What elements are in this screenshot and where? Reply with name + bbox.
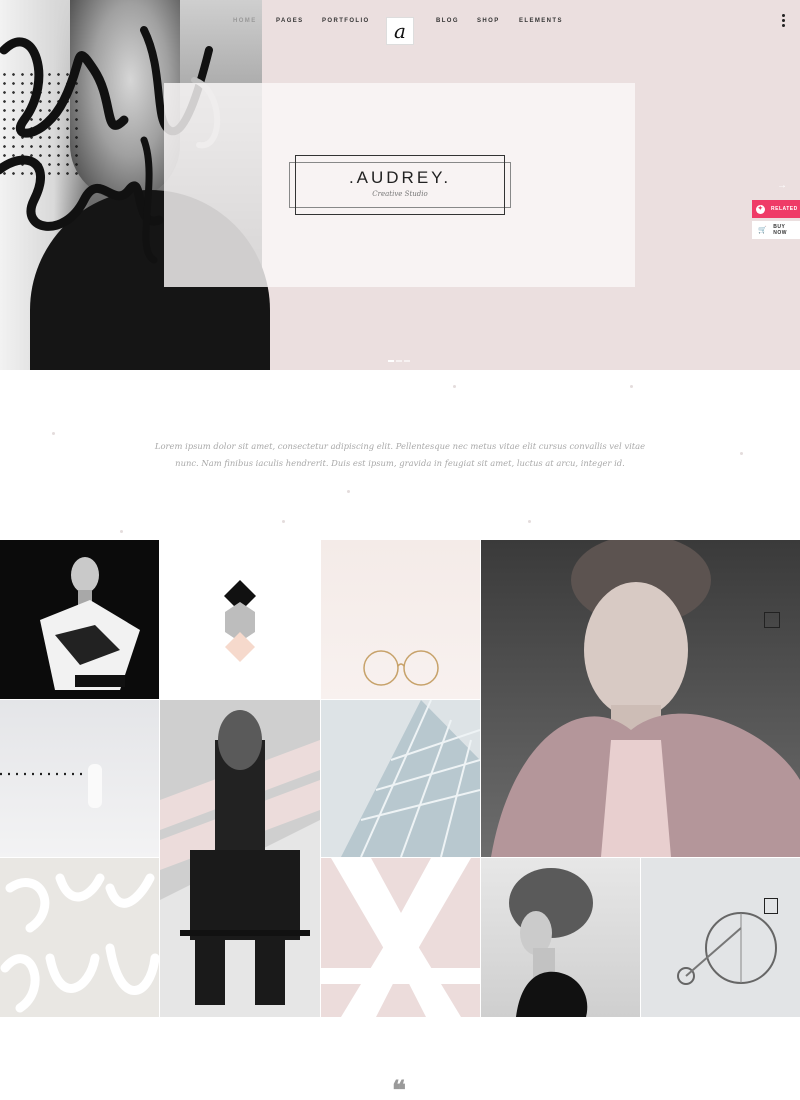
- slider-pagination: [388, 360, 410, 362]
- portfolio-item[interactable]: [0, 700, 159, 857]
- fashion-stripes-image: [160, 700, 320, 1005]
- more-menu-icon[interactable]: [780, 14, 786, 30]
- slide-dot[interactable]: [404, 360, 410, 362]
- decor-dot: [347, 490, 350, 493]
- penny-farthing-image: [677, 912, 777, 985]
- cart-icon: 🛒: [758, 227, 768, 234]
- expand-icon[interactable]: [764, 612, 780, 628]
- buy-now-button[interactable]: 🛒 BUY NOW: [752, 221, 800, 239]
- decor-dot: [630, 385, 633, 388]
- decor-dot: [120, 530, 123, 533]
- portfolio-item[interactable]: [0, 858, 159, 1017]
- portfolio-item-featured[interactable]: [481, 540, 800, 857]
- nav-pages[interactable]: PAGES: [276, 18, 304, 24]
- slide-dot[interactable]: [388, 360, 394, 362]
- portfolio-item[interactable]: [0, 540, 159, 699]
- hero-subtitle: Creative Studio: [372, 190, 428, 198]
- buy-now-label: BUY NOW: [773, 224, 787, 236]
- related-button[interactable]: ✦ RELATED: [752, 200, 800, 218]
- glass-building-image: [341, 700, 480, 857]
- quote-icon: ❝: [392, 1076, 406, 1100]
- slide-dot[interactable]: [396, 360, 402, 362]
- portfolio-item[interactable]: [481, 858, 640, 1017]
- decor-dot: [52, 432, 55, 435]
- hero-slider: .AUDREY. Creative Studio HOME PAGES PORT…: [0, 0, 800, 370]
- portfolio-item[interactable]: [321, 540, 480, 699]
- related-icon: ✦: [756, 204, 765, 214]
- expand-icon[interactable]: [764, 898, 778, 914]
- related-label: RELATED: [771, 206, 798, 212]
- nav-portfolio[interactable]: PORTFOLIO: [322, 18, 370, 24]
- nav-elements[interactable]: ELEMENTS: [519, 18, 563, 24]
- nav-home[interactable]: HOME: [233, 18, 257, 24]
- glasses-image: [363, 650, 439, 686]
- main-nav: HOME PAGES PORTFOLIO a BLOG SHOP ELEMENT…: [0, 10, 800, 45]
- site-logo[interactable]: a: [386, 17, 414, 45]
- letter-shapes-image: [321, 858, 480, 1017]
- next-slide-arrow-icon[interactable]: →: [777, 180, 787, 191]
- hero-title: .AUDREY.: [348, 168, 452, 187]
- decor-dot: [528, 520, 531, 523]
- portfolio-item[interactable]: [160, 700, 320, 1017]
- portfolio-item[interactable]: [160, 540, 320, 699]
- woman-curly-hair-image: [509, 868, 593, 1017]
- portfolio-item[interactable]: [321, 700, 480, 857]
- nav-blog[interactable]: BLOG: [436, 18, 459, 24]
- geometric-shapes-image: [224, 580, 256, 662]
- dotted-line-image: [0, 764, 102, 808]
- woman-paper-dress-image: [40, 557, 140, 690]
- portfolio-item[interactable]: [321, 858, 480, 1017]
- white-script-image: [0, 873, 159, 1013]
- decor-dot: [740, 452, 743, 455]
- intro-section: Lorem ipsum dolor sit amet, consectetur …: [0, 370, 800, 540]
- nav-shop[interactable]: SHOP: [477, 18, 500, 24]
- woman-pink-coat-image: [491, 540, 800, 857]
- decor-dot: [282, 520, 285, 523]
- portfolio-item[interactable]: [641, 858, 800, 1017]
- intro-text: Lorem ipsum dolor sit amet, consectetur …: [154, 441, 646, 468]
- decor-dot: [453, 385, 456, 388]
